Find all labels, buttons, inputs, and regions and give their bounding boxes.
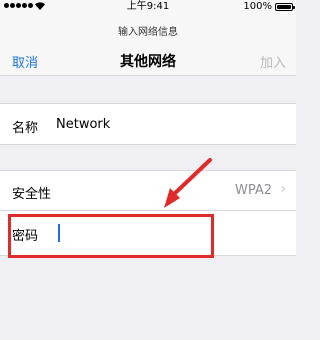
- name-label: 名称: [12, 121, 39, 136]
- network-name-field[interactable]: Network: [56, 117, 110, 132]
- red-arrow-icon: [164, 158, 212, 208]
- empty-area: [0, 256, 296, 340]
- nav-prompt: 输入网络信息: [118, 27, 178, 38]
- join-button[interactable]: 加入: [260, 52, 286, 71]
- page-title: 其他网络: [120, 54, 176, 70]
- battery-icon: [275, 3, 295, 11]
- status-bar: 上午9:41 100%: [0, 0, 296, 14]
- network-name-row[interactable]: 名称 Network: [0, 103, 296, 145]
- security-label: 安全性: [12, 187, 52, 202]
- battery-percentage: 100%: [243, 1, 272, 12]
- navigation-bar: 输入网络信息 取消 其他网络 加入: [0, 14, 296, 76]
- chevron-right-icon: ›: [280, 181, 286, 197]
- security-row[interactable]: 安全性 WPA2 ›: [0, 170, 296, 210]
- security-value: WPA2: [234, 183, 272, 198]
